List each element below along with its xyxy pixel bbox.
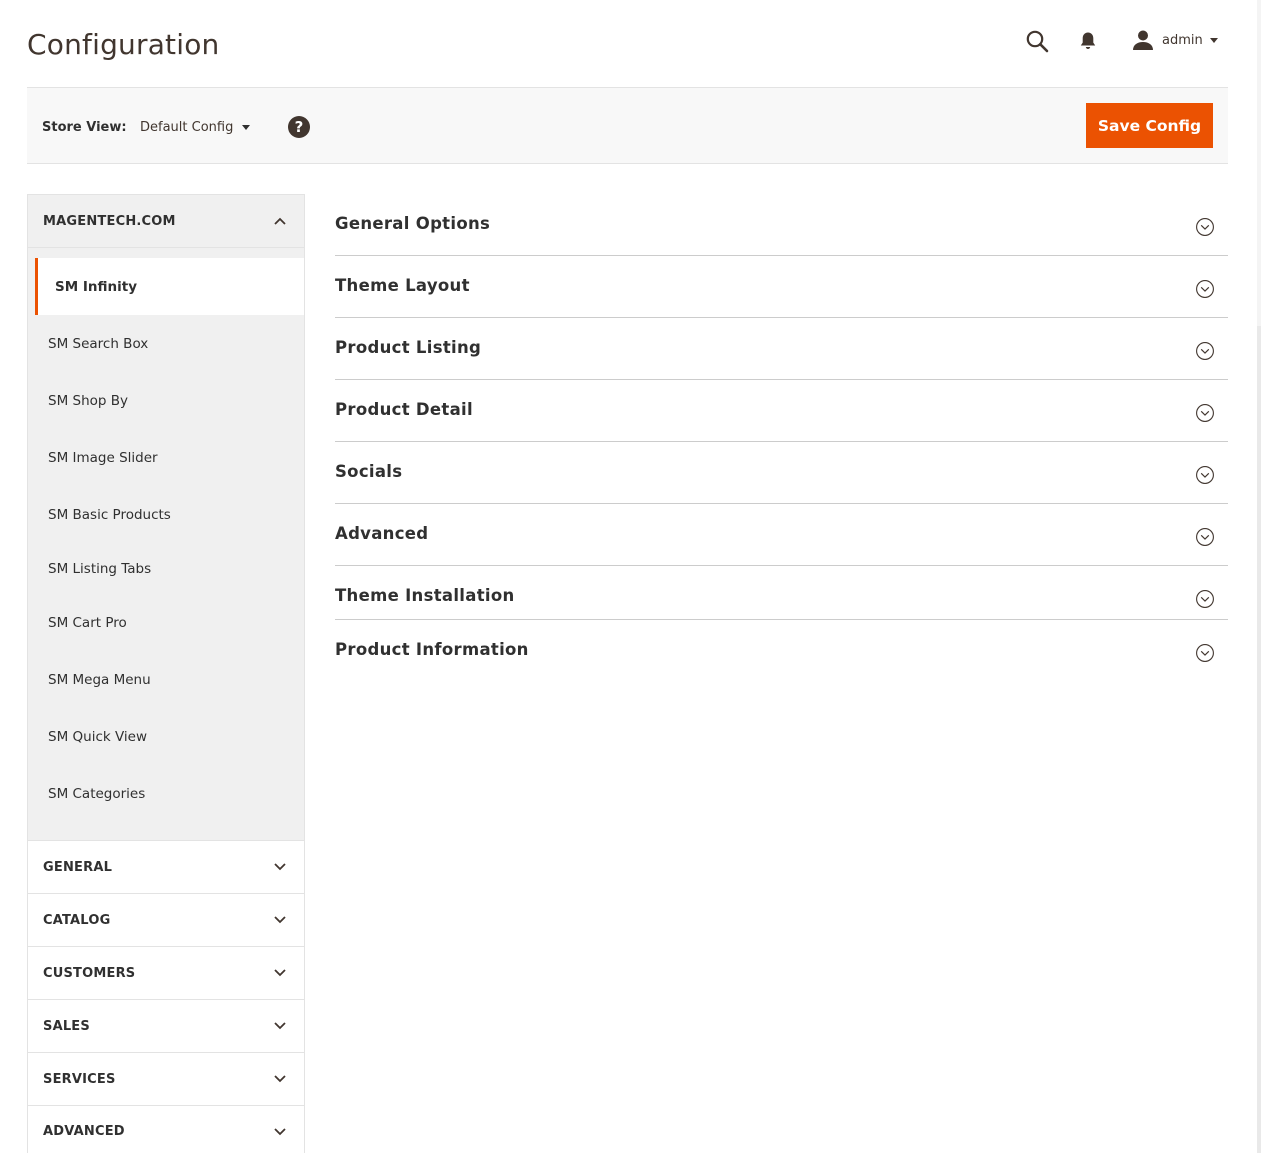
expand-circle-icon [1196,218,1214,236]
sidebar-item-sm-mega-menu[interactable]: SM Mega Menu [28,651,304,708]
sidebar-item-label: SM Quick View [48,728,148,745]
section-title: Product Information [335,640,529,659]
sidebar-item-label: SM Listing Tabs [48,560,152,577]
sidebar-item-sm-search-box[interactable]: SM Search Box [28,315,304,372]
section-socials[interactable]: Socials [335,442,1228,504]
sidebar-item-sm-infinity[interactable]: SM Infinity [35,258,304,315]
section-theme-installation[interactable]: Theme Installation [335,566,1228,620]
sidebar-item-label: SM Mega Menu [48,671,151,688]
store-view-bar: Store View: Default Config ? Save Config [27,87,1228,164]
section-title: General Options [335,214,491,233]
chevron-up-icon [274,217,286,225]
sidebar-item-sm-cart-pro[interactable]: SM Cart Pro [28,594,304,651]
header-actions: admin [1022,28,1222,54]
sidebar-item-sm-image-slider[interactable]: SM Image Slider [28,429,304,486]
admin-user-menu[interactable]: admin [1132,28,1218,52]
sidebar-item-sm-listing-tabs[interactable]: SM Listing Tabs [28,543,304,594]
chevron-down-icon [274,1128,286,1136]
sidebar-item-sm-basic-products[interactable]: SM Basic Products [28,486,304,543]
expand-circle-icon [1196,590,1214,608]
save-config-button[interactable]: Save Config [1086,103,1213,148]
expand-circle-icon [1196,644,1214,662]
user-name: admin [1162,32,1203,48]
section-product-information[interactable]: Product Information [335,620,1228,682]
sidebar-group-label: SERVICES [43,1071,116,1087]
caret-down-icon [242,125,251,130]
store-view-switcher[interactable]: Default Config [140,120,251,135]
sidebar-item-sm-categories[interactable]: SM Categories [28,765,304,822]
section-general-options[interactable]: General Options [335,194,1228,256]
sidebar-group-label: MAGENTECH.COM [43,213,176,229]
page-scrollbar-thumb[interactable] [1257,0,1261,326]
section-title: Theme Installation [335,586,515,605]
section-title: Socials [335,462,403,481]
store-view-value: Default Config [140,120,234,135]
help-icon[interactable]: ? [288,116,310,138]
sidebar-item-label: SM Categories [48,785,146,802]
sidebar-group-customers[interactable]: CUSTOMERS [27,946,305,999]
expand-circle-icon [1196,280,1214,298]
sidebar-group-general[interactable]: GENERAL [27,840,305,893]
config-sidebar: MAGENTECH.COM SM Infinity SM Search Box … [27,194,305,1153]
sidebar-item-label: SM Basic Products [48,506,171,523]
chevron-down-icon [274,1075,286,1083]
sidebar-group-sales[interactable]: SALES [27,999,305,1052]
section-title: Theme Layout [335,276,470,295]
sidebar-item-sm-quick-view[interactable]: SM Quick View [28,708,304,765]
config-sections: General Options Theme Layout Product Lis… [335,194,1228,682]
section-title: Product Detail [335,400,473,419]
chevron-down-icon [274,969,286,977]
section-title: Advanced [335,524,429,543]
section-theme-layout[interactable]: Theme Layout [335,256,1228,318]
sidebar-item-label: SM Infinity [55,278,137,295]
notifications-bell-icon[interactable] [1079,31,1097,51]
sidebar-group-items: SM Infinity SM Search Box SM Shop By SM … [27,247,305,840]
sidebar-group-label: SALES [43,1018,90,1034]
sidebar-group-label: GENERAL [43,859,113,875]
search-icon[interactable] [1025,29,1049,53]
sidebar-group-services[interactable]: SERVICES [27,1052,305,1105]
chevron-down-icon [274,1022,286,1030]
caret-down-icon [1209,37,1218,43]
section-product-listing[interactable]: Product Listing [335,318,1228,380]
sidebar-item-label: SM Shop By [48,392,129,409]
sidebar-item-sm-shop-by[interactable]: SM Shop By [28,372,304,429]
sidebar-group-label: CUSTOMERS [43,965,136,981]
sidebar-group-label: ADVANCED [43,1124,125,1139]
sidebar-group-magentech[interactable]: MAGENTECH.COM [27,194,305,247]
section-title: Product Listing [335,338,482,357]
expand-circle-icon [1196,528,1214,546]
store-view-label: Store View: [42,120,127,135]
chevron-down-icon [274,916,286,924]
chevron-down-icon [274,863,286,871]
sidebar-item-label: SM Image Slider [48,449,158,466]
section-advanced[interactable]: Advanced [335,504,1228,566]
page-scrollbar[interactable] [1257,0,1261,1153]
sidebar-group-catalog[interactable]: CATALOG [27,893,305,946]
page-title: Configuration [27,28,220,61]
sidebar-group-advanced[interactable]: ADVANCED [27,1105,305,1153]
user-icon [1133,30,1153,50]
expand-circle-icon [1196,404,1214,422]
section-product-detail[interactable]: Product Detail [335,380,1228,442]
configuration-page: Configuration admin Store View: Default … [0,0,1261,1153]
sidebar-item-label: SM Cart Pro [48,614,127,631]
sidebar-item-label: SM Search Box [48,335,149,352]
sidebar-group-label: CATALOG [43,912,111,928]
expand-circle-icon [1196,466,1214,484]
expand-circle-icon [1196,342,1214,360]
